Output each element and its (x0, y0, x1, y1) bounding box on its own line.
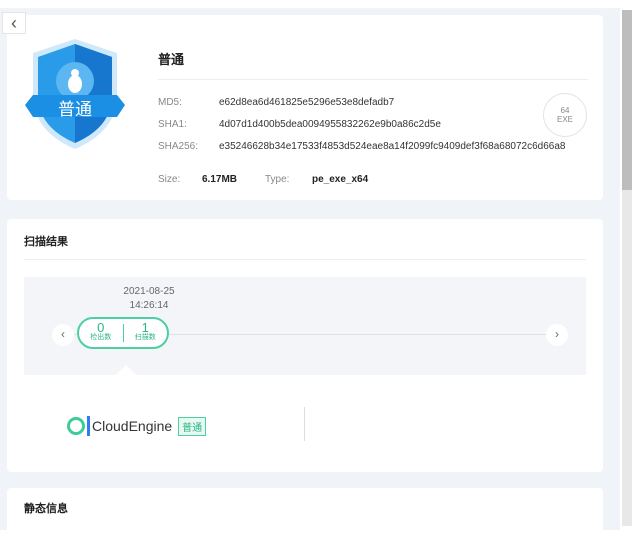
shield-badge-label: 普通 (58, 100, 92, 119)
engine-tag: 普通 (178, 416, 207, 436)
sha1-value: 4d07d1d400b5dea0094955832262e9b0a86c2d5e (219, 119, 441, 130)
pointer-arrow (116, 365, 136, 375)
size-label: Size: (158, 174, 181, 185)
static-info-title: 静态信息 (24, 503, 68, 515)
sha1-label: SHA1: (158, 119, 187, 130)
engine-name: CloudEngine (92, 418, 173, 434)
cloud-engine-icon (67, 417, 85, 435)
file-info-card: 普通 普通 MD5: e62d8ea6d461825e5296e53e8defa… (7, 15, 603, 200)
timeline-prev-button[interactable]: ‹ (52, 324, 74, 346)
timeline-next-button[interactable]: › (546, 324, 568, 346)
type-value: pe_exe_x64 (312, 174, 369, 185)
md5-label: MD5: (158, 97, 182, 108)
scan-timeline: 2021-08-25 14:26:14 ‹ › 0 检出数 1 扫描数 (24, 277, 586, 375)
engine-bar (87, 416, 90, 436)
exe-icon-bottom: EXE (556, 115, 573, 124)
scan-result-card: 扫描结果 2021-08-25 14:26:14 ‹ › 0 检出数 1 扫描数 Cl… (7, 219, 603, 472)
page: 普通 普通 MD5: e62d8ea6d461825e5296e53e8defa… (0, 8, 620, 538)
scan-result-title: 扫描结果 (24, 236, 68, 248)
detected-label: 检出数 (90, 334, 112, 341)
divider (24, 259, 586, 260)
engine-result: CloudEngine 普通 (67, 416, 207, 436)
scrollbar-thumb[interactable] (622, 10, 632, 190)
divider (158, 79, 588, 80)
shield-bug-icon (25, 39, 125, 149)
type-label: Type: (265, 174, 290, 185)
exe-file-icon: 64 EXE (543, 93, 587, 137)
detected-count: 0 (97, 320, 105, 335)
scanned-count: 1 (141, 320, 149, 335)
scan-entry[interactable]: 0 检出数 1 扫描数 (77, 317, 169, 349)
static-info-card: 静态信息 (7, 488, 603, 538)
md5-value: e62d8ea6d461825e5296e53e8defadb7 (219, 97, 395, 108)
size-value: 6.17MB (202, 174, 238, 185)
back-button[interactable]: ‹ (2, 12, 26, 34)
sha256-value: e35246628b34e17533f4853d524eae8a14f2099f… (219, 141, 566, 152)
exe-icon-top: 64 (560, 106, 570, 115)
scan-datetime: 2021-08-25 14:26:14 (94, 285, 204, 313)
divider (304, 407, 305, 441)
scan-date: 2021-08-25 (123, 286, 175, 297)
sha256-label: SHA256: (158, 141, 199, 152)
scan-time: 14:26:14 (129, 300, 169, 311)
scanned-label: 扫描数 (134, 334, 156, 341)
file-level-title: 普通 (158, 52, 185, 67)
